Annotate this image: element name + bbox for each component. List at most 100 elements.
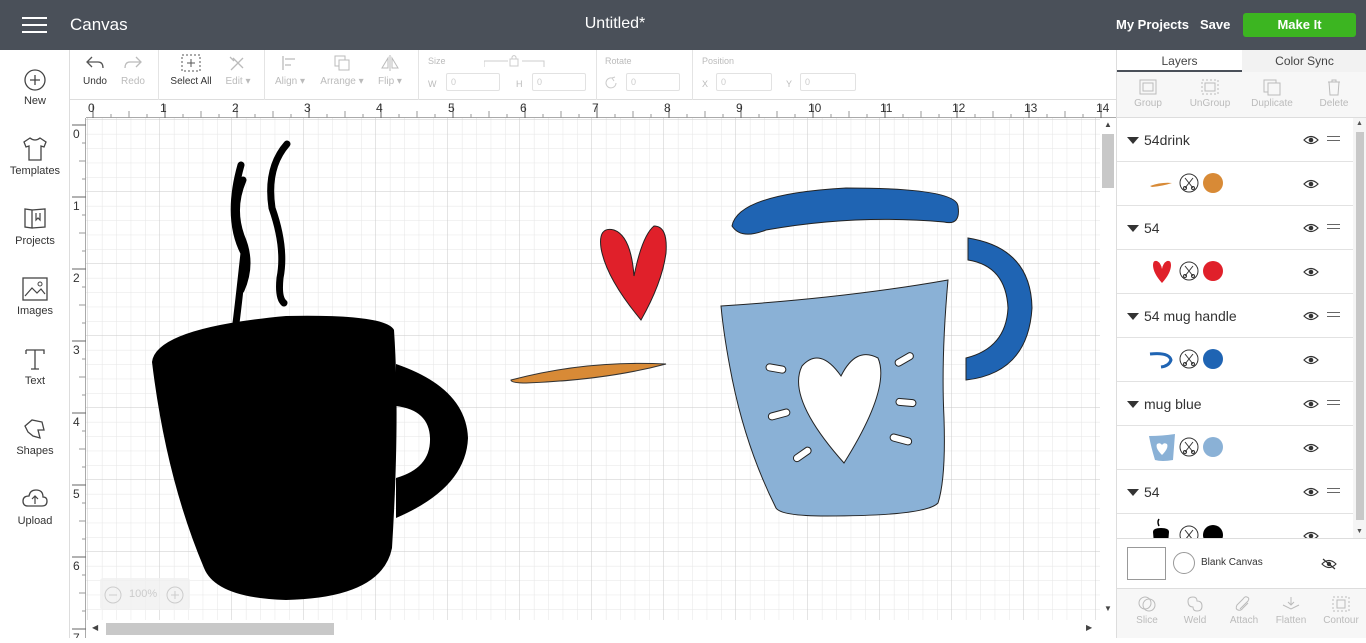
rotate-input[interactable]: 0 (626, 73, 680, 91)
layer-item[interactable] (1117, 514, 1353, 538)
contour-button[interactable]: Contour (1317, 595, 1365, 626)
scroll-thumb[interactable] (1102, 134, 1114, 188)
layer-group-name: mug blue (1144, 396, 1202, 412)
eye-icon[interactable] (1303, 487, 1319, 497)
layer-color-swatch[interactable] (1203, 525, 1223, 538)
layer-color-swatch[interactable] (1203, 437, 1223, 457)
undo-label: Undo (83, 76, 107, 87)
trash-icon (1328, 79, 1340, 96)
flatten-button[interactable]: Flatten (1267, 595, 1315, 626)
make-it-button[interactable]: Make It (1243, 13, 1356, 37)
scroll-down-arrow[interactable]: ▼ (1356, 528, 1363, 535)
width-input[interactable]: 0 (446, 73, 500, 91)
select-all-button[interactable]: Select All (168, 54, 214, 87)
sidebar-item-new[interactable]: New (0, 68, 70, 107)
delete-button[interactable]: Delete (1303, 78, 1365, 109)
y-position-input[interactable]: 0 (800, 73, 856, 91)
zoom-in-icon[interactable] (166, 586, 184, 604)
scroll-down-arrow[interactable]: ▼ (1104, 604, 1112, 613)
design-canvas[interactable] (86, 118, 1100, 620)
arrange-button[interactable]: Arrange ▾ (314, 54, 370, 87)
eye-icon[interactable] (1303, 311, 1319, 321)
canvas-horizontal-scrollbar[interactable]: ◀ ▶ (86, 620, 1100, 638)
ruler-label: 4 (376, 101, 383, 115)
collapse-icon[interactable] (1127, 137, 1139, 144)
eye-icon[interactable] (1303, 443, 1319, 453)
layers-panel: Layers Color Sync Group UnGroup Duplicat… (1116, 50, 1366, 638)
layers-scrollbar[interactable]: ▲ ▼ (1353, 118, 1366, 538)
lock-icon[interactable] (484, 54, 546, 68)
drag-handle-icon[interactable] (1327, 312, 1340, 320)
layer-group[interactable]: 54 (1117, 206, 1353, 250)
group-icon (1139, 79, 1157, 95)
document-title[interactable]: Untitled* (0, 15, 1230, 33)
weld-button[interactable]: Weld (1171, 595, 1219, 626)
layer-item[interactable] (1117, 426, 1353, 470)
layer-group[interactable]: 54drink (1117, 118, 1353, 162)
save-button[interactable]: Save (1200, 17, 1230, 32)
ungroup-button[interactable]: UnGroup (1179, 78, 1241, 109)
eye-icon[interactable] (1303, 179, 1319, 189)
group-button[interactable]: Group (1117, 78, 1179, 109)
layer-color-swatch[interactable] (1203, 349, 1223, 369)
drag-handle-icon[interactable] (1327, 488, 1340, 496)
drag-handle-icon[interactable] (1327, 224, 1340, 232)
eye-icon[interactable] (1303, 267, 1319, 277)
drag-handle-icon[interactable] (1327, 136, 1340, 144)
collapse-icon[interactable] (1127, 313, 1139, 320)
tab-layers[interactable]: Layers (1117, 50, 1242, 72)
flip-button[interactable]: Flip ▾ (372, 54, 408, 87)
scroll-thumb[interactable] (1356, 132, 1364, 520)
cut-scissors-icon[interactable] (1179, 525, 1199, 538)
attach-button[interactable]: Attach (1220, 595, 1268, 626)
sidebar-item-templates[interactable]: Templates (0, 136, 70, 177)
collapse-icon[interactable] (1127, 489, 1139, 496)
layer-item[interactable] (1117, 162, 1353, 206)
sidebar-item-images[interactable]: Images (0, 276, 70, 317)
eye-icon[interactable] (1303, 223, 1319, 233)
layer-color-swatch[interactable] (1203, 261, 1223, 281)
edit-button[interactable]: Edit ▾ (220, 54, 256, 87)
ruler-label: 8 (664, 101, 671, 115)
layer-group[interactable]: mug blue (1117, 382, 1353, 426)
scroll-left-arrow[interactable]: ◀ (92, 623, 98, 632)
canvas-vertical-scrollbar[interactable]: ▲ ▼ (1100, 118, 1116, 620)
canvas-preview[interactable] (1127, 547, 1166, 580)
x-position-input[interactable]: 0 (716, 73, 772, 91)
undo-button[interactable]: Undo (80, 54, 110, 87)
sidebar-item-shapes[interactable]: Shapes (0, 416, 70, 457)
collapse-icon[interactable] (1127, 225, 1139, 232)
canvas-color-swatch[interactable] (1173, 552, 1195, 574)
drag-handle-icon[interactable] (1327, 400, 1340, 408)
hidden-eye-icon[interactable] (1321, 558, 1337, 570)
cut-scissors-icon[interactable] (1179, 261, 1199, 281)
layer-group[interactable]: 54 (1117, 470, 1353, 514)
scroll-up-arrow[interactable]: ▲ (1356, 120, 1363, 127)
sidebar-item-projects[interactable]: Projects (0, 206, 70, 247)
redo-button[interactable]: Redo (118, 54, 148, 87)
zoom-out-icon[interactable] (104, 586, 122, 604)
cut-scissors-icon[interactable] (1179, 349, 1199, 369)
eye-icon[interactable] (1303, 399, 1319, 409)
eye-icon[interactable] (1303, 531, 1319, 538)
eye-icon[interactable] (1303, 355, 1319, 365)
height-input[interactable]: 0 (532, 73, 586, 91)
slice-button[interactable]: Slice (1123, 595, 1171, 626)
my-projects-link[interactable]: My Projects (1116, 17, 1189, 32)
layer-color-swatch[interactable] (1203, 173, 1223, 193)
sidebar-item-upload[interactable]: Upload (0, 486, 70, 527)
collapse-icon[interactable] (1127, 401, 1139, 408)
tab-color-sync[interactable]: Color Sync (1242, 50, 1366, 72)
sidebar-item-text[interactable]: Text (0, 346, 70, 387)
layer-item[interactable] (1117, 338, 1353, 382)
scroll-up-arrow[interactable]: ▲ (1104, 120, 1112, 129)
cut-scissors-icon[interactable] (1179, 437, 1199, 457)
layer-group[interactable]: 54 mug handle (1117, 294, 1353, 338)
layer-item[interactable] (1117, 250, 1353, 294)
duplicate-button[interactable]: Duplicate (1241, 78, 1303, 109)
eye-icon[interactable] (1303, 135, 1319, 145)
scroll-thumb[interactable] (106, 623, 334, 635)
align-button[interactable]: Align ▾ (272, 54, 308, 87)
cut-scissors-icon[interactable] (1179, 173, 1199, 193)
scroll-right-arrow[interactable]: ▶ (1086, 623, 1092, 632)
